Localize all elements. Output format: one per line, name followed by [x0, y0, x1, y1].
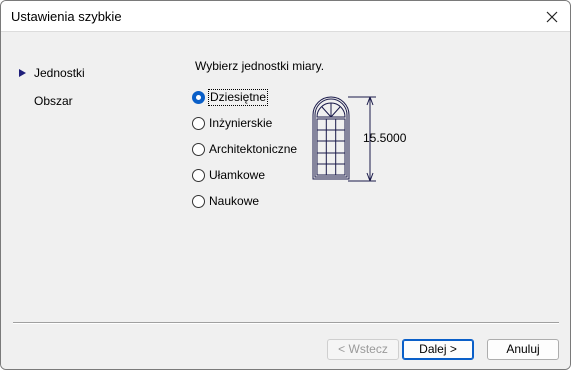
radio-option-naukowe[interactable]: Naukowe: [192, 194, 297, 220]
dialog-window: Ustawienia szybkie Jednostki Obszar Wybi…: [0, 0, 571, 370]
radio-button[interactable]: [192, 91, 205, 104]
back-button-label: < Wstecz: [338, 342, 388, 356]
nav-item-obszar[interactable]: Obszar: [19, 94, 85, 122]
radio-label[interactable]: Architektoniczne: [209, 142, 297, 157]
nav-item-label: Obszar: [34, 94, 73, 108]
nav-item-label: Jednostki: [34, 66, 85, 80]
cancel-button[interactable]: Anuluj: [487, 339, 559, 360]
nav-item-jednostki[interactable]: Jednostki: [19, 66, 85, 94]
radio-label[interactable]: Inżynierskie: [209, 116, 272, 131]
dialog-content: Jednostki Obszar Wybierz jednostki miary…: [1, 32, 570, 369]
radio-label[interactable]: Dziesiętne: [207, 89, 269, 106]
radio-option-dziesietne[interactable]: Dziesiętne: [192, 89, 297, 116]
window-title: Ustawienia szybkie: [11, 9, 122, 24]
next-button-label: Dalej >: [419, 342, 457, 356]
radio-button[interactable]: [192, 169, 205, 182]
radio-button[interactable]: [192, 143, 205, 156]
triangle-right-icon: [19, 69, 26, 77]
back-button[interactable]: < Wstecz: [327, 339, 399, 360]
radio-button[interactable]: [192, 117, 205, 130]
close-icon: [546, 11, 558, 22]
cancel-button-label: Anuluj: [506, 342, 540, 356]
radio-option-architektoniczne[interactable]: Architektoniczne: [192, 142, 297, 168]
radio-label[interactable]: Naukowe: [209, 194, 259, 209]
dimension-value: 15.5000: [363, 131, 407, 145]
title-bar: Ustawienia szybkie: [1, 1, 570, 32]
radio-label[interactable]: Ułamkowe: [209, 168, 265, 183]
close-button[interactable]: [534, 1, 570, 32]
radio-button[interactable]: [192, 195, 205, 208]
step-navigation: Jednostki Obszar: [19, 66, 85, 122]
next-button[interactable]: Dalej >: [402, 339, 474, 360]
footer-divider: [13, 322, 559, 324]
radio-option-ulamkowe[interactable]: Ułamkowe: [192, 168, 297, 194]
units-prompt: Wybierz jednostki miary.: [195, 59, 325, 73]
radio-option-inzynierskie[interactable]: Inżynierskie: [192, 116, 297, 142]
units-radio-group: Dziesiętne Inżynierskie Architektoniczne…: [192, 89, 297, 220]
